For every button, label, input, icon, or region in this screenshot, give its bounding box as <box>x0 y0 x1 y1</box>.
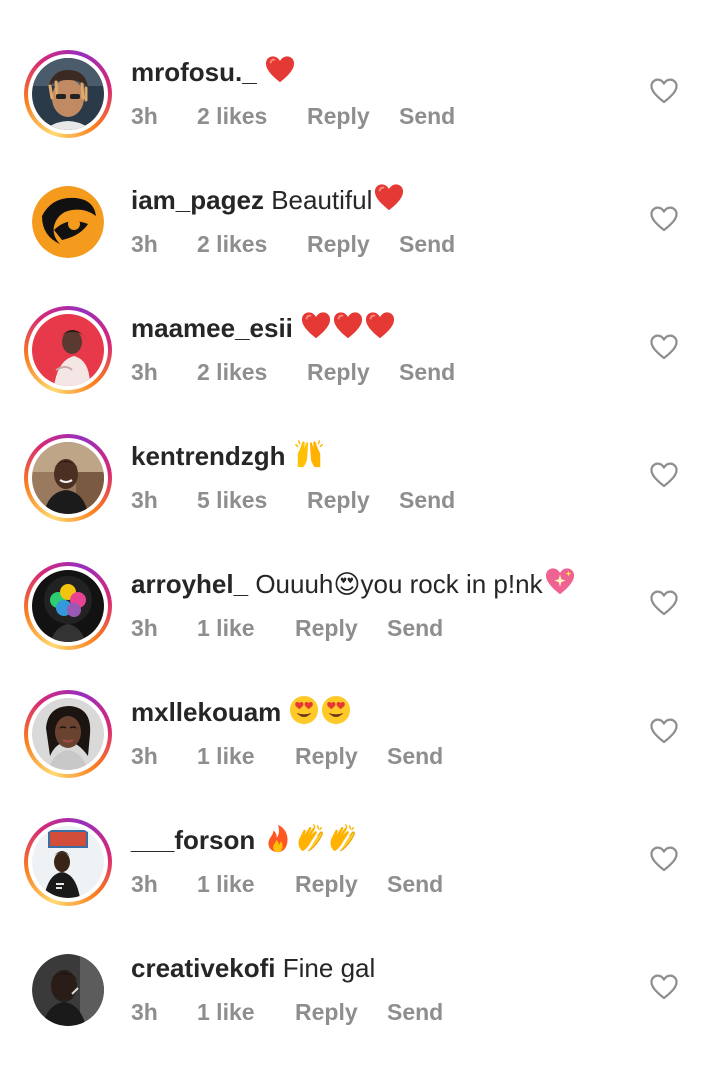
avatar[interactable] <box>32 314 104 386</box>
comment-username[interactable]: ___forson <box>131 825 255 855</box>
comment-body: maamee_esii <box>131 308 395 348</box>
avatar-border <box>28 182 108 262</box>
heart-eyes-icon <box>289 695 319 725</box>
avatar[interactable] <box>32 186 104 258</box>
comment-row: mrofosu._ 3h 2 likes Reply Send <box>0 0 706 138</box>
comment-body: creativekofi Fine gal <box>131 948 375 988</box>
raising-hands-icon <box>294 439 324 469</box>
comment-text: Fine gal <box>282 953 376 983</box>
avatar-frame[interactable] <box>24 946 112 1034</box>
comment-username[interactable]: maamee_esii <box>131 313 293 343</box>
red-heart-icon <box>333 311 363 341</box>
comment-body: arroyhel_ Ouuuh😍you rock in p!nk <box>131 564 575 604</box>
avatar-border <box>28 310 108 390</box>
clapping-hands-icon <box>327 823 357 853</box>
comment-username[interactable]: kentrendzgh <box>131 441 286 471</box>
fire-icon <box>263 823 293 853</box>
story-ring[interactable] <box>24 818 112 906</box>
like-heart-icon[interactable] <box>650 590 678 616</box>
sparkling-heart-icon <box>545 567 575 597</box>
like-heart-icon[interactable] <box>650 462 678 488</box>
red-heart-icon <box>365 311 395 341</box>
likes-count[interactable]: 1 like <box>197 992 255 1032</box>
like-heart-icon[interactable] <box>650 206 678 232</box>
comment-body: mrofosu._ <box>131 52 295 92</box>
send-button[interactable]: Send <box>387 992 443 1032</box>
heart-eyes-icon <box>321 695 351 725</box>
comment-row: mxllekouam 3h 1 like Reply Send <box>0 640 706 778</box>
like-heart-icon[interactable] <box>650 718 678 744</box>
like-heart-icon[interactable] <box>650 846 678 872</box>
comment-username[interactable]: iam_pagez <box>131 185 264 215</box>
avatar-border <box>28 566 108 646</box>
comment-username[interactable]: mrofosu._ <box>131 57 257 87</box>
like-heart-icon[interactable] <box>650 974 678 1000</box>
story-ring[interactable] <box>24 562 112 650</box>
avatar[interactable] <box>32 442 104 514</box>
avatar-border <box>28 438 108 518</box>
clapping-hands-icon <box>295 823 325 853</box>
comment-username[interactable]: arroyhel_ <box>131 569 248 599</box>
like-heart-icon[interactable] <box>650 334 678 360</box>
comment-username[interactable]: mxllekouam <box>131 697 281 727</box>
comment-body: ___forson <box>131 820 357 860</box>
avatar[interactable] <box>32 826 104 898</box>
story-ring[interactable] <box>24 690 112 778</box>
comment-time: 3h <box>131 999 158 1025</box>
comment-username[interactable]: creativekofi <box>131 953 276 983</box>
red-heart-icon <box>265 55 295 85</box>
avatar[interactable] <box>32 58 104 130</box>
comment-row: arroyhel_ Ouuuh😍you rock in p!nk 3h 1 like… <box>0 512 706 650</box>
avatar-border <box>28 54 108 134</box>
comment-row: creativekofi Fine gal 3h 1 like Reply Send <box>0 896 706 1026</box>
avatar-border <box>28 822 108 902</box>
avatar[interactable] <box>32 570 104 642</box>
comment-text: Ouuuh😍you rock in p!nk <box>255 569 543 599</box>
avatar-border <box>28 694 108 774</box>
avatar-border <box>28 950 108 1030</box>
comment-row: ___forson 3h 1 like Reply Send <box>0 768 706 906</box>
comment-row: maamee_esii 3h 2 likes Reply Send <box>0 256 706 394</box>
red-heart-icon <box>374 183 404 213</box>
red-heart-icon <box>301 311 331 341</box>
comment-body: iam_pagez Beautiful <box>131 180 404 220</box>
comment-body: mxllekouam <box>131 692 351 732</box>
story-ring[interactable] <box>24 306 112 394</box>
like-heart-icon[interactable] <box>650 78 678 104</box>
avatar[interactable] <box>32 698 104 770</box>
comment-row: kentrendzgh 3h 5 likes Reply Send <box>0 384 706 522</box>
avatar[interactable] <box>32 954 104 1026</box>
story-ring[interactable] <box>24 434 112 522</box>
comment-text: Beautiful <box>271 185 373 215</box>
comment-body: kentrendzgh <box>131 436 324 476</box>
story-ring[interactable] <box>24 50 112 138</box>
comment-row: iam_pagez Beautiful 3h 2 likes Reply Send <box>0 128 706 258</box>
reply-button[interactable]: Reply <box>295 992 358 1032</box>
avatar-frame[interactable] <box>24 178 112 266</box>
